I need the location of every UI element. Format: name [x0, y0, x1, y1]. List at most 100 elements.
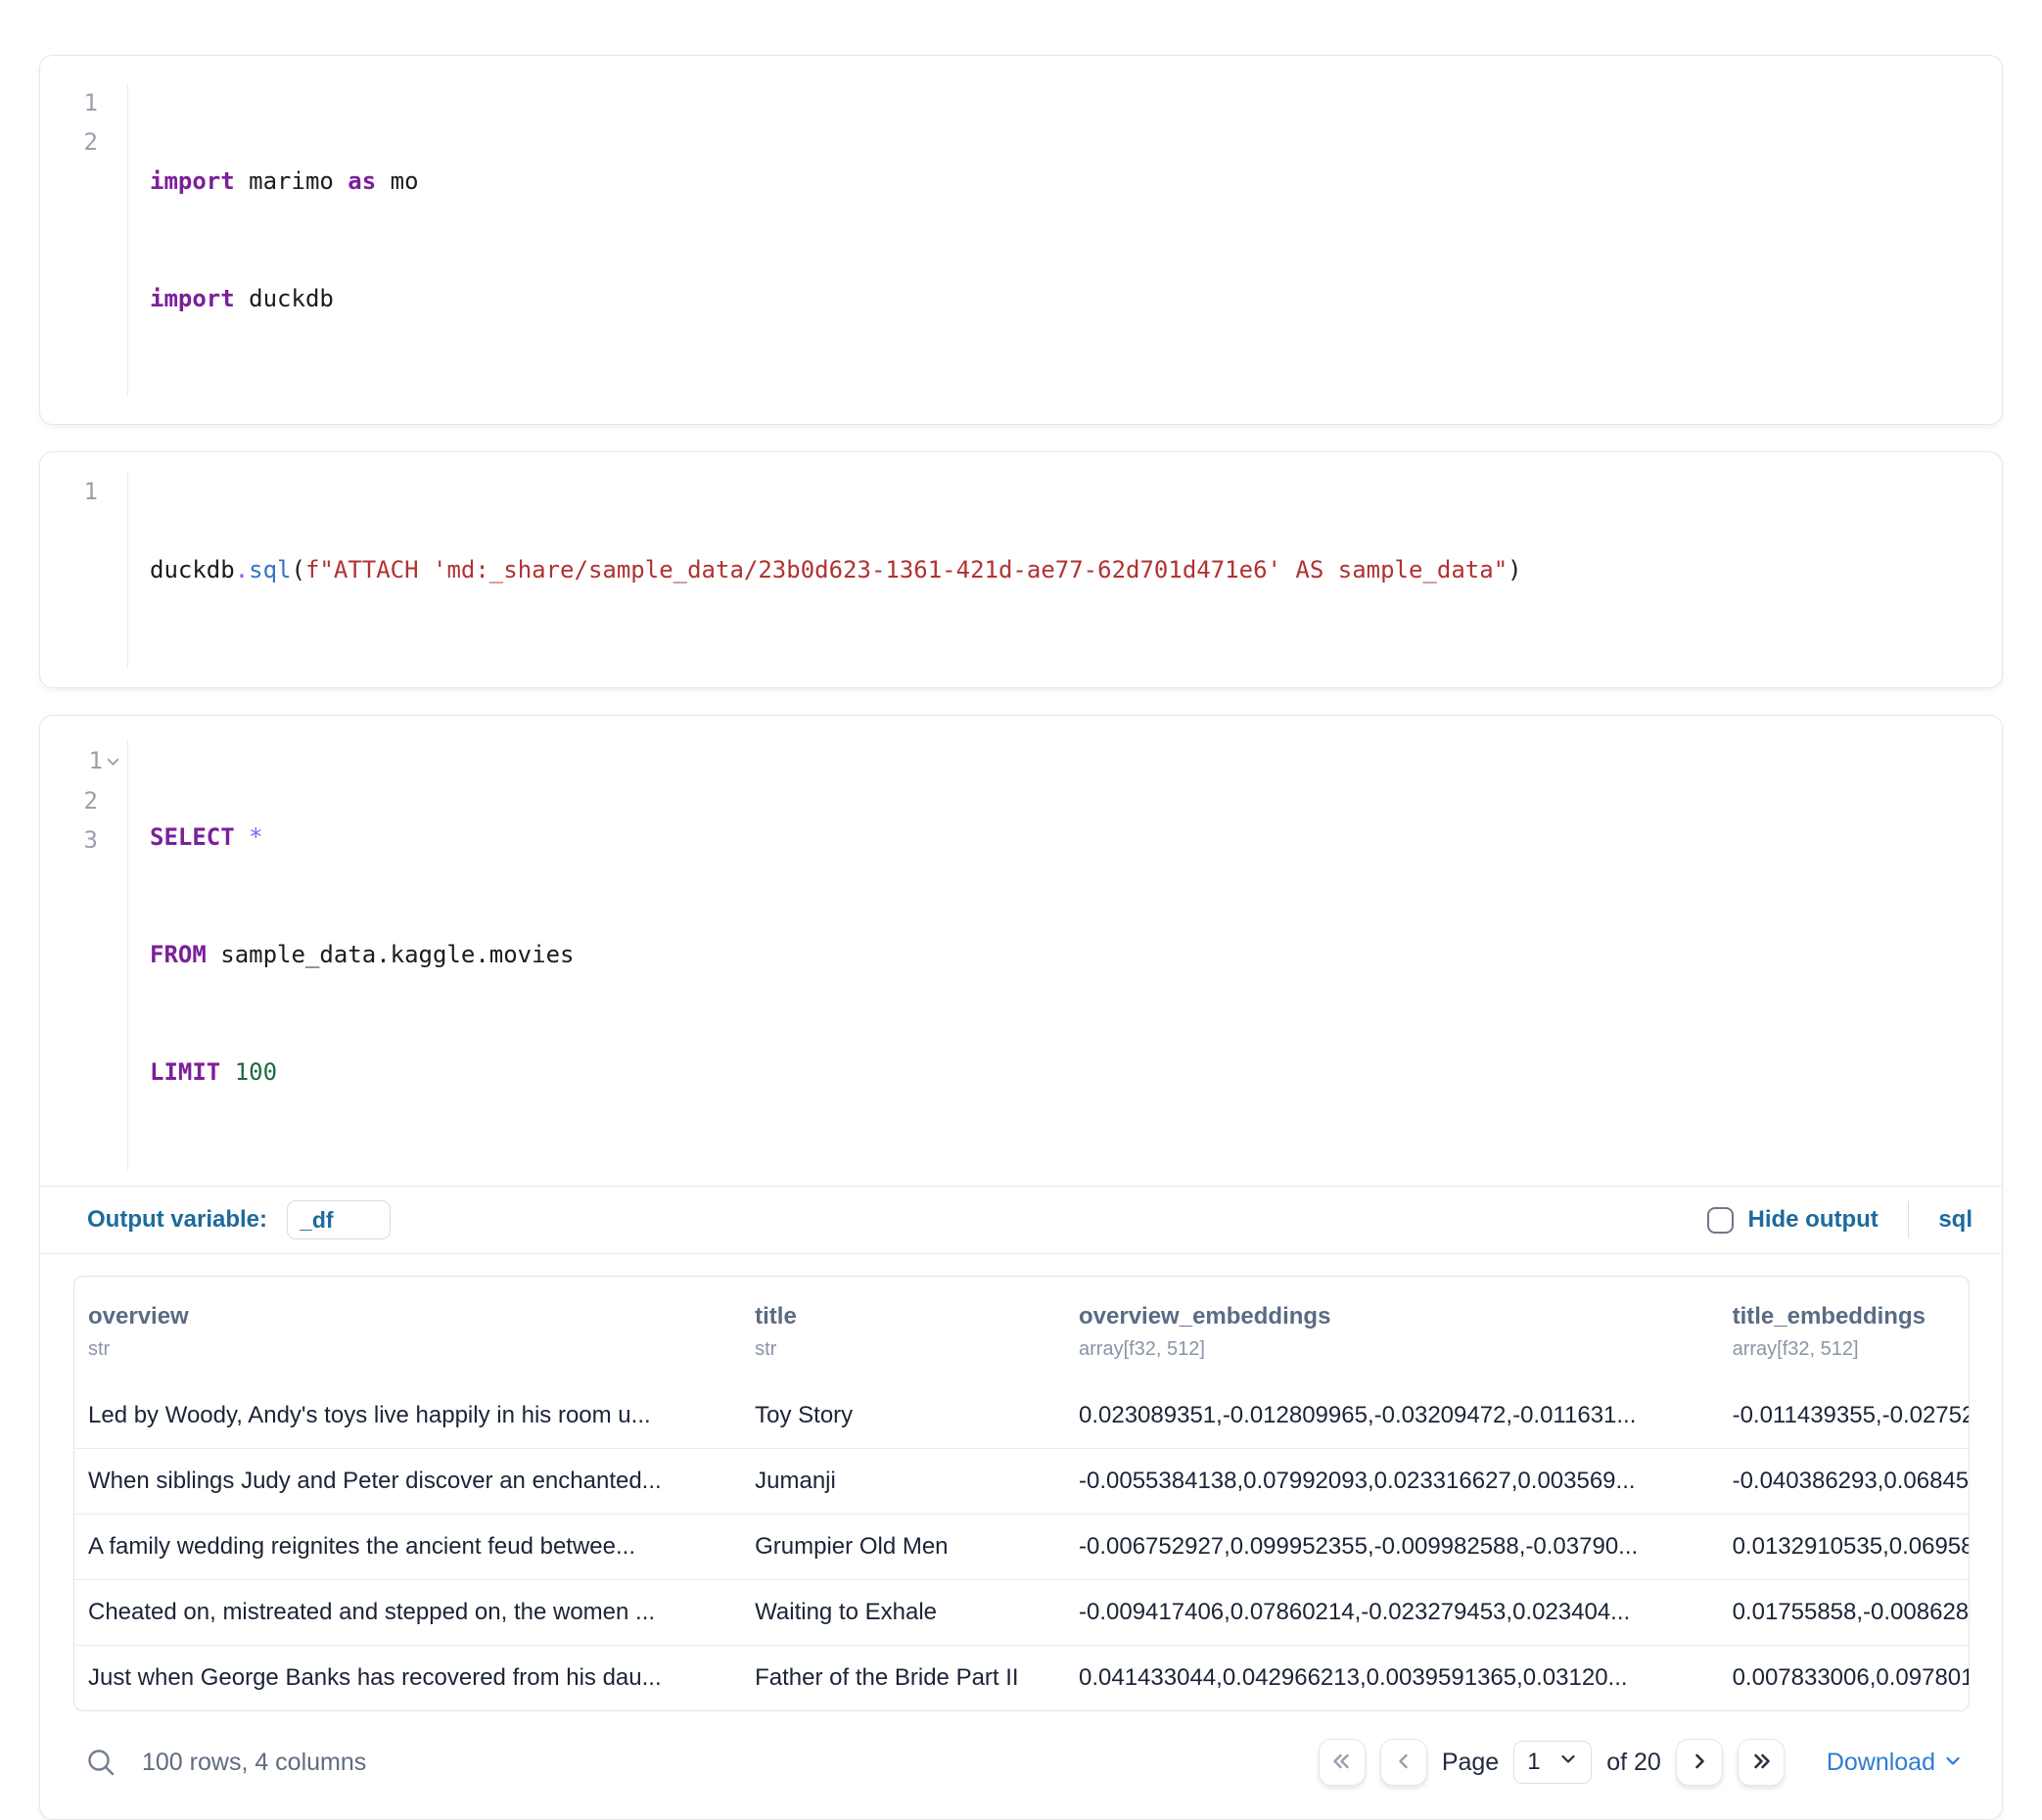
sql-cell: 1 2 3 SELECT * FROM sample_data.kaggle.m…: [39, 715, 2003, 1820]
code-editor-sql[interactable]: 1 2 3 SELECT * FROM sample_data.kaggle.m…: [40, 716, 2002, 1186]
cell-overview: Cheated on, mistreated and stepped on, t…: [74, 1580, 741, 1646]
line-number: 1: [40, 739, 127, 781]
column-type: array[f32, 512]: [1733, 1336, 1955, 1362]
code-token: mo: [376, 167, 418, 195]
table-footer: 100 rows, 4 columns Page: [73, 1711, 1970, 1819]
attach-cell: 1 duckdb.sql(f"ATTACH 'md:_share/sample_…: [39, 451, 2003, 688]
import-cell: 1 2 import marimo as mo import duckdb: [39, 55, 2003, 425]
code-line: import duckdb: [150, 279, 419, 318]
hide-output-label[interactable]: Hide output: [1748, 1206, 1879, 1234]
output-variable-input[interactable]: [287, 1200, 391, 1239]
keyword-token: LIMIT: [150, 1058, 220, 1086]
code-content: import marimo as mo import duckdb: [128, 83, 419, 397]
code-line: duckdb.sql(f"ATTACH 'md:_share/sample_da…: [150, 550, 1522, 589]
keyword-token: as: [348, 167, 376, 195]
chevron-down-icon: [1944, 1749, 1962, 1777]
column-header-title[interactable]: title str: [741, 1277, 1065, 1383]
cell-overview: Just when George Banks has recovered fro…: [74, 1646, 741, 1711]
code-editor-attach[interactable]: 1 duckdb.sql(f"ATTACH 'md:_share/sample_…: [40, 472, 2002, 668]
column-type: str: [755, 1336, 1051, 1362]
cell-title-embeddings: 0.0132910535,0.06958: [1719, 1515, 1969, 1580]
cell-title: Grumpier Old Men: [741, 1515, 1065, 1580]
chevrons-left-icon: [1330, 1750, 1354, 1776]
column-name: title_embeddings: [1733, 1302, 1955, 1331]
cell-title-embeddings: -0.040386293,0.068451: [1719, 1449, 1969, 1515]
cell-overview: When siblings Judy and Peter discover an…: [74, 1449, 741, 1515]
keyword-token: import: [150, 285, 235, 312]
chevron-left-icon: [1392, 1750, 1415, 1776]
chevron-down-icon: [1558, 1749, 1578, 1776]
cell-overview-embeddings: 0.041433044,0.042966213,0.0039591365,0.0…: [1065, 1646, 1719, 1711]
code-token: ): [1508, 556, 1521, 583]
cell-title: Waiting to Exhale: [741, 1580, 1065, 1646]
language-badge-sql[interactable]: sql: [1938, 1206, 1972, 1234]
output-variable-label: Output variable:: [87, 1206, 267, 1234]
next-page-button[interactable]: [1676, 1739, 1723, 1786]
table-row: Just when George Banks has recovered fro…: [74, 1646, 1969, 1711]
code-token: [235, 823, 249, 851]
search-icon[interactable]: [85, 1747, 116, 1778]
code-line: LIMIT 100: [150, 1052, 574, 1092]
results-table-card: overview str title str overview_embeddin…: [73, 1276, 1970, 1711]
code-content: duckdb.sql(f"ATTACH 'md:_share/sample_da…: [128, 472, 1522, 668]
cell-overview-embeddings: -0.0055384138,0.07992093,0.023316627,0.0…: [1065, 1449, 1719, 1515]
column-header-overview-embeddings[interactable]: overview_embeddings array[f32, 512]: [1065, 1277, 1719, 1383]
cell-overview: A family wedding reignites the ancient f…: [74, 1515, 741, 1580]
code-token: duckdb: [235, 285, 334, 312]
download-button[interactable]: Download: [1827, 1749, 1962, 1777]
line-number: 2: [40, 122, 127, 162]
column-header-title-embeddings[interactable]: title_embeddings array[f32, 512]: [1719, 1277, 1969, 1383]
chevron-right-icon: [1688, 1750, 1711, 1776]
line-number-gutter: 1: [40, 472, 128, 668]
table-row: Led by Woody, Andy's toys live happily i…: [74, 1383, 1969, 1449]
toolbar-divider: [1908, 1201, 1910, 1238]
hide-output-checkbox[interactable]: [1707, 1207, 1734, 1234]
line-number: 1: [40, 83, 127, 122]
page-total: of 20: [1606, 1749, 1661, 1777]
first-page-button[interactable]: [1319, 1739, 1366, 1786]
cell-overview-embeddings: -0.009417406,0.07860214,-0.023279453,0.0…: [1065, 1580, 1719, 1646]
results-table: overview str title str overview_embeddin…: [74, 1277, 1969, 1710]
last-page-button[interactable]: [1738, 1739, 1785, 1786]
column-header-overview[interactable]: overview str: [74, 1277, 741, 1383]
code-line: import marimo as mo: [150, 162, 419, 201]
code-token: (: [292, 556, 305, 583]
cell-overview-embeddings: -0.006752927,0.099952355,-0.009982588,-0…: [1065, 1515, 1719, 1580]
column-name: overview: [88, 1302, 727, 1331]
page-select-value: 1: [1527, 1749, 1540, 1776]
cell-title-embeddings: -0.011439355,-0.02752: [1719, 1383, 1969, 1449]
code-line: SELECT *: [150, 817, 574, 857]
line-number-gutter: 1 2 3: [40, 739, 128, 1170]
operator-token: *: [249, 823, 262, 851]
function-token: sql: [249, 556, 291, 583]
cell-title: Jumanji: [741, 1449, 1065, 1515]
line-number: 1: [40, 472, 127, 511]
chevron-down-icon[interactable]: [106, 742, 120, 781]
line-number: 3: [40, 820, 127, 860]
cell-output: overview str title str overview_embeddin…: [40, 1254, 2002, 1819]
cell-title-embeddings: 0.007833006,0.097801: [1719, 1646, 1969, 1711]
keyword-token: SELECT: [150, 823, 235, 851]
code-token: sample_data.kaggle.movies: [207, 941, 575, 968]
pagination: Page 1 of 20: [1319, 1739, 1962, 1786]
prev-page-button[interactable]: [1380, 1739, 1427, 1786]
line-number-gutter: 1 2: [40, 83, 128, 397]
chevrons-right-icon: [1749, 1750, 1773, 1776]
page-label: Page: [1442, 1749, 1499, 1777]
code-content: SELECT * FROM sample_data.kaggle.movies …: [128, 739, 574, 1170]
string-token: f"ATTACH 'md:_share/sample_data/23b0d623…: [305, 556, 1508, 583]
column-name: overview_embeddings: [1079, 1302, 1705, 1331]
keyword-token: import: [150, 167, 235, 195]
code-editor-imports[interactable]: 1 2 import marimo as mo import duckdb: [40, 83, 2002, 397]
page-select[interactable]: 1: [1513, 1741, 1592, 1784]
cell-overview-embeddings: 0.023089351,-0.012809965,-0.03209472,-0.…: [1065, 1383, 1719, 1449]
table-row: Cheated on, mistreated and stepped on, t…: [74, 1580, 1969, 1646]
column-type: str: [88, 1336, 727, 1362]
number-token: 100: [235, 1058, 277, 1086]
row-count-status: 100 rows, 4 columns: [142, 1749, 366, 1777]
download-label: Download: [1827, 1749, 1935, 1777]
cell-title: Father of the Bride Part II: [741, 1646, 1065, 1711]
cell-title-embeddings: 0.01755858,-0.0086286: [1719, 1580, 1969, 1646]
code-token: duckdb: [150, 556, 235, 583]
operator-token: .: [235, 556, 249, 583]
